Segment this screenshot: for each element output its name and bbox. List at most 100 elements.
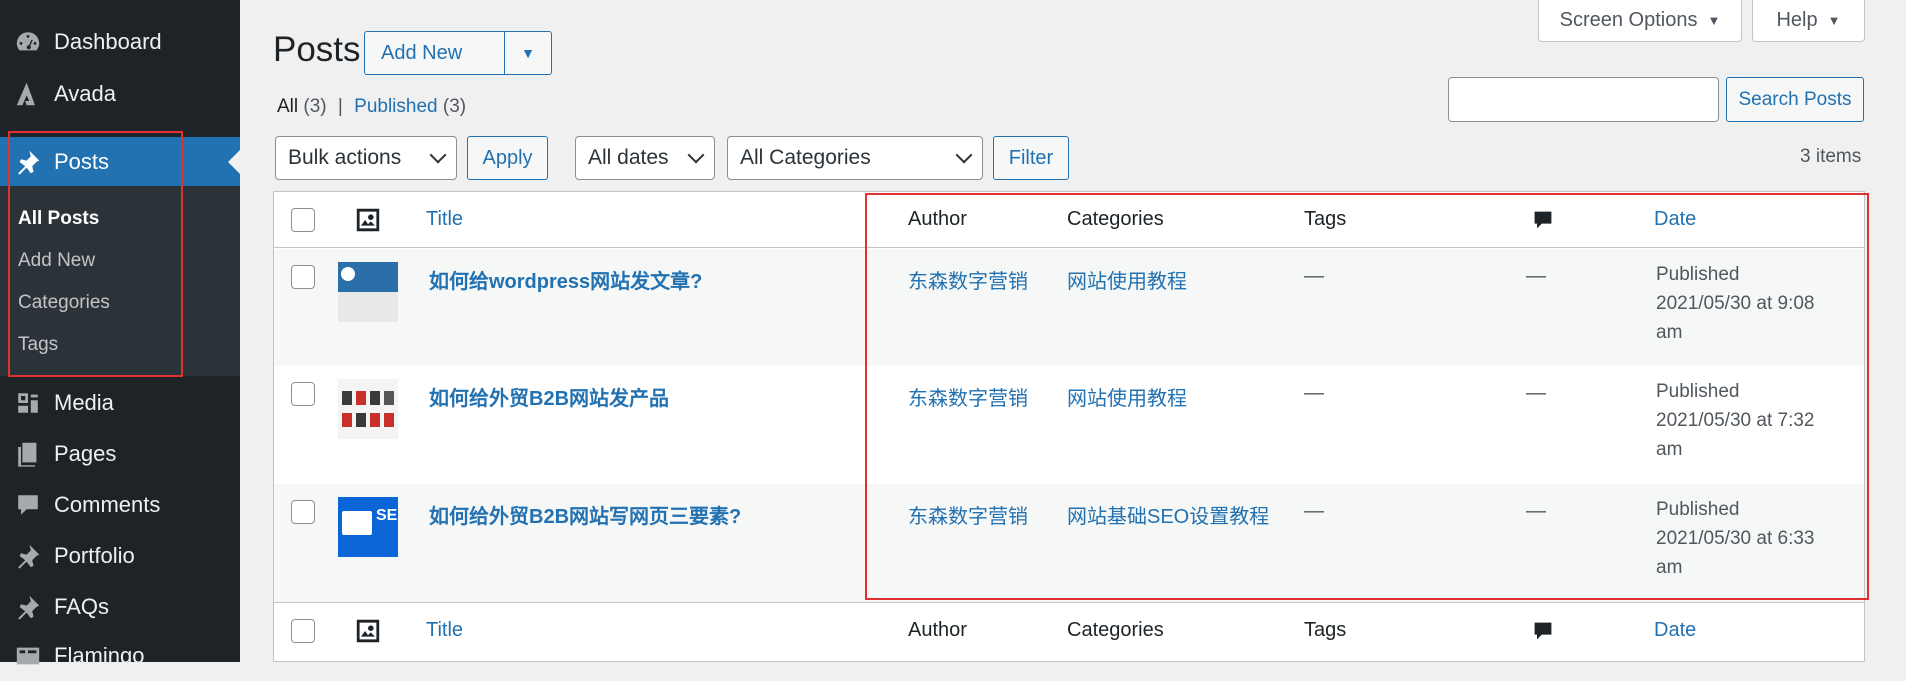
menu-faqs[interactable]: FAQs (0, 582, 240, 632)
dates-select[interactable]: All dates (575, 136, 715, 180)
column-tags: Tags (1304, 208, 1347, 230)
menu-label: Dashboard (54, 29, 162, 54)
comment-bubble-icon (1534, 211, 1552, 229)
categories-value: All Categories (740, 146, 871, 169)
pages-icon (13, 439, 43, 469)
post-status-views: All (3) | Published (3) (277, 96, 466, 118)
date-time: 2021/05/30 at 6:33 (1656, 528, 1815, 549)
bulk-actions-select[interactable]: Bulk actions (275, 136, 457, 180)
table-row: 如何给外贸B2B网站发产品 东森数字营销 网站使用教程 — — Publishe… (274, 366, 1864, 484)
add-new-button[interactable]: Add New (365, 32, 505, 74)
menu-pages[interactable]: Pages (0, 429, 240, 479)
avada-icon (13, 79, 43, 109)
menu-avada[interactable]: Avada (0, 69, 240, 119)
date-status: Published (1656, 381, 1740, 402)
menu-label: Flamingo (54, 643, 145, 668)
view-published[interactable]: Published (354, 96, 437, 117)
comments-value: — (1526, 500, 1546, 522)
pin-icon (13, 147, 43, 177)
row-checkbox[interactable] (291, 265, 315, 289)
image-icon (356, 208, 380, 232)
pin-icon (13, 592, 43, 622)
search-posts-button[interactable]: Search Posts (1726, 77, 1864, 122)
menu-portfolio[interactable]: Portfolio (0, 531, 240, 581)
table-row: 如何给wordpress网站发文章? 东森数字营销 网站使用教程 — — Pub… (274, 249, 1864, 366)
post-title-link[interactable]: 如何给外贸B2B网站发产品 (429, 382, 669, 411)
tags-value: — (1304, 500, 1324, 522)
screen-options-button[interactable]: Screen Options ▼ (1538, 0, 1742, 42)
post-title-link[interactable]: 如何给wordpress网站发文章? (429, 265, 702, 294)
bulk-actions-value: Bulk actions (288, 146, 402, 169)
column-date[interactable]: Date (1654, 208, 1696, 231)
column-author: Author (908, 208, 967, 230)
row-checkbox[interactable] (291, 500, 315, 524)
category-link[interactable]: 网站使用教程 (1067, 382, 1187, 411)
posts-table: Title Author Categories Tags Date 如何给wor… (273, 191, 1865, 662)
comments-value: — (1526, 382, 1546, 404)
row-checkbox[interactable] (291, 382, 315, 406)
menu-flamingo[interactable]: Flamingo (0, 631, 240, 681)
menu-posts[interactable]: Posts (0, 137, 240, 187)
category-link[interactable]: 网站基础SEO设置教程 (1067, 500, 1269, 529)
table-row: SE 如何给外贸B2B网站写网页三要素? 东森数字营销 网站基础SEO设置教程 … (274, 484, 1864, 602)
author-link[interactable]: 东森数字营销 (908, 500, 1028, 529)
admin-sidebar: Dashboard Avada Posts All Posts Add New … (0, 0, 240, 668)
menu-label: Comments (54, 492, 161, 517)
page-title: Posts (273, 30, 361, 69)
date-status: Published (1656, 499, 1740, 520)
flamingo-icon (13, 641, 43, 671)
select-all-checkbox[interactable] (291, 208, 315, 232)
image-icon (356, 619, 380, 643)
column-date[interactable]: Date (1654, 619, 1696, 642)
date-value: Published 2021/05/30 at 7:32 am (1656, 377, 1846, 464)
menu-label: FAQs (54, 594, 110, 619)
view-all[interactable]: All (277, 96, 298, 117)
tags-value: — (1304, 265, 1324, 287)
submenu-tags[interactable]: Tags (18, 334, 58, 356)
chevron-down-icon (429, 146, 447, 164)
author-link[interactable]: 东森数字营销 (908, 382, 1028, 411)
post-thumbnail[interactable] (338, 262, 398, 322)
filter-button[interactable]: Filter (993, 136, 1069, 180)
table-footer: Title Author Categories Tags Date (274, 602, 1864, 658)
search-input[interactable] (1448, 77, 1719, 122)
post-thumbnail[interactable] (338, 379, 398, 439)
date-value: Published 2021/05/30 at 6:33 am (1656, 495, 1846, 582)
screen-options-label: Screen Options (1559, 9, 1698, 31)
caret-down-icon[interactable]: ▼ (505, 32, 551, 74)
date-ampm: am (1656, 322, 1683, 343)
table-header: Title Author Categories Tags Date (274, 192, 1864, 248)
date-time: 2021/05/30 at 9:08 (1656, 293, 1815, 314)
menu-media[interactable]: Media (0, 378, 240, 428)
submenu-categories[interactable]: Categories (18, 292, 110, 314)
items-count: 3 items (1800, 146, 1862, 167)
menu-label: Portfolio (54, 543, 135, 568)
submenu-all-posts[interactable]: All Posts (18, 208, 99, 230)
menu-comments[interactable]: Comments (0, 480, 240, 530)
category-link[interactable]: 网站使用教程 (1067, 265, 1187, 294)
tags-value: — (1304, 382, 1324, 404)
dashboard-icon (13, 27, 43, 57)
post-title-link[interactable]: 如何给外贸B2B网站写网页三要素? (429, 500, 741, 529)
apply-button[interactable]: Apply (467, 136, 548, 180)
submenu-add-new[interactable]: Add New (18, 250, 95, 272)
help-button[interactable]: Help ▼ (1752, 0, 1865, 42)
date-value: Published 2021/05/30 at 9:08 am (1656, 260, 1846, 347)
posts-submenu: All Posts Add New Categories Tags (0, 186, 240, 376)
help-label: Help (1776, 9, 1818, 31)
categories-select[interactable]: All Categories (727, 136, 983, 180)
select-all-checkbox[interactable] (291, 619, 315, 643)
view-separator: | (337, 96, 343, 117)
date-ampm: am (1656, 557, 1683, 578)
dates-value: All dates (588, 146, 669, 169)
column-title[interactable]: Title (426, 619, 463, 642)
menu-dashboard[interactable]: Dashboard (0, 17, 240, 67)
media-icon (13, 388, 43, 418)
column-author: Author (908, 619, 967, 641)
post-thumbnail[interactable]: SE (338, 497, 398, 557)
author-link[interactable]: 东森数字营销 (908, 265, 1028, 294)
view-published-count: (3) (442, 96, 467, 117)
column-tags: Tags (1304, 619, 1347, 641)
add-new-split-button[interactable]: Add New ▼ (364, 31, 552, 75)
column-title[interactable]: Title (426, 208, 463, 231)
